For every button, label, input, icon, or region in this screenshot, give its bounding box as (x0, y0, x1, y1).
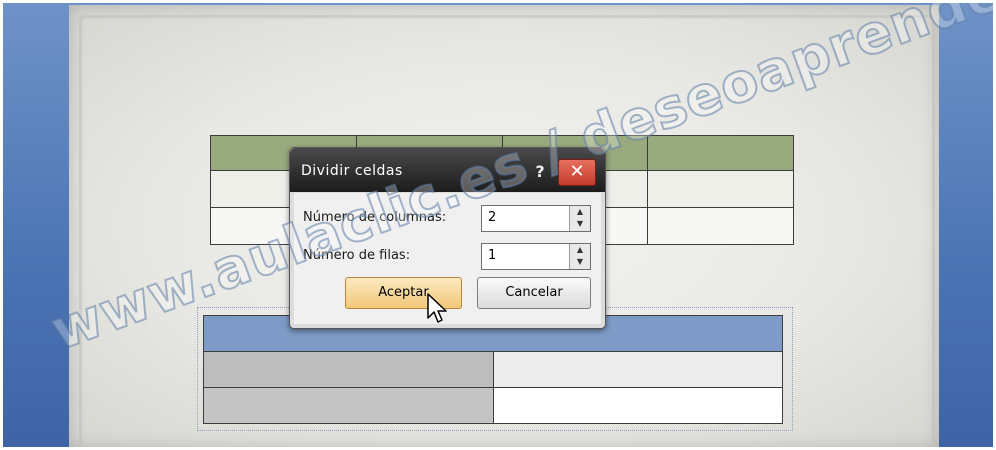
dialog-title: Dividir celdas (301, 163, 403, 179)
spin-up-icon[interactable]: ▲ (570, 244, 590, 256)
screenshot-frame: Dividir celdas ? ✕ Número de columnas: 2… (3, 3, 993, 447)
columns-spin-buttons[interactable]: ▲ ▼ (569, 206, 590, 231)
close-icon[interactable]: ✕ (558, 159, 596, 186)
columns-stepper[interactable]: 2 ▲ ▼ (481, 205, 591, 232)
mouse-cursor-icon (427, 293, 447, 323)
spin-down-icon[interactable]: ▼ (570, 218, 590, 230)
table-cell[interactable] (647, 207, 794, 245)
table-row (203, 387, 783, 424)
spin-down-icon[interactable]: ▼ (570, 256, 590, 268)
table-cell[interactable] (492, 387, 783, 424)
table-cell[interactable] (647, 135, 794, 171)
rows-label: Número de filas: (303, 248, 411, 263)
rows-spin-buttons[interactable]: ▲ ▼ (569, 244, 590, 269)
table-cell[interactable] (203, 351, 494, 388)
table-cell[interactable] (647, 170, 794, 208)
rows-value[interactable]: 1 (488, 248, 496, 263)
table-row (203, 351, 783, 388)
spin-up-icon[interactable]: ▲ (570, 206, 590, 218)
dialog-titlebar[interactable]: Dividir celdas ? ✕ (290, 148, 605, 192)
table-cell[interactable] (203, 387, 494, 424)
cancel-button[interactable]: Cancelar (477, 277, 591, 309)
columns-value[interactable]: 2 (488, 210, 496, 225)
columns-label: Número de columnas: (303, 210, 447, 225)
table-cell[interactable] (492, 351, 783, 388)
table-two-columns (203, 315, 783, 424)
rows-stepper[interactable]: 1 ▲ ▼ (481, 243, 591, 270)
help-icon[interactable]: ? (528, 161, 552, 182)
